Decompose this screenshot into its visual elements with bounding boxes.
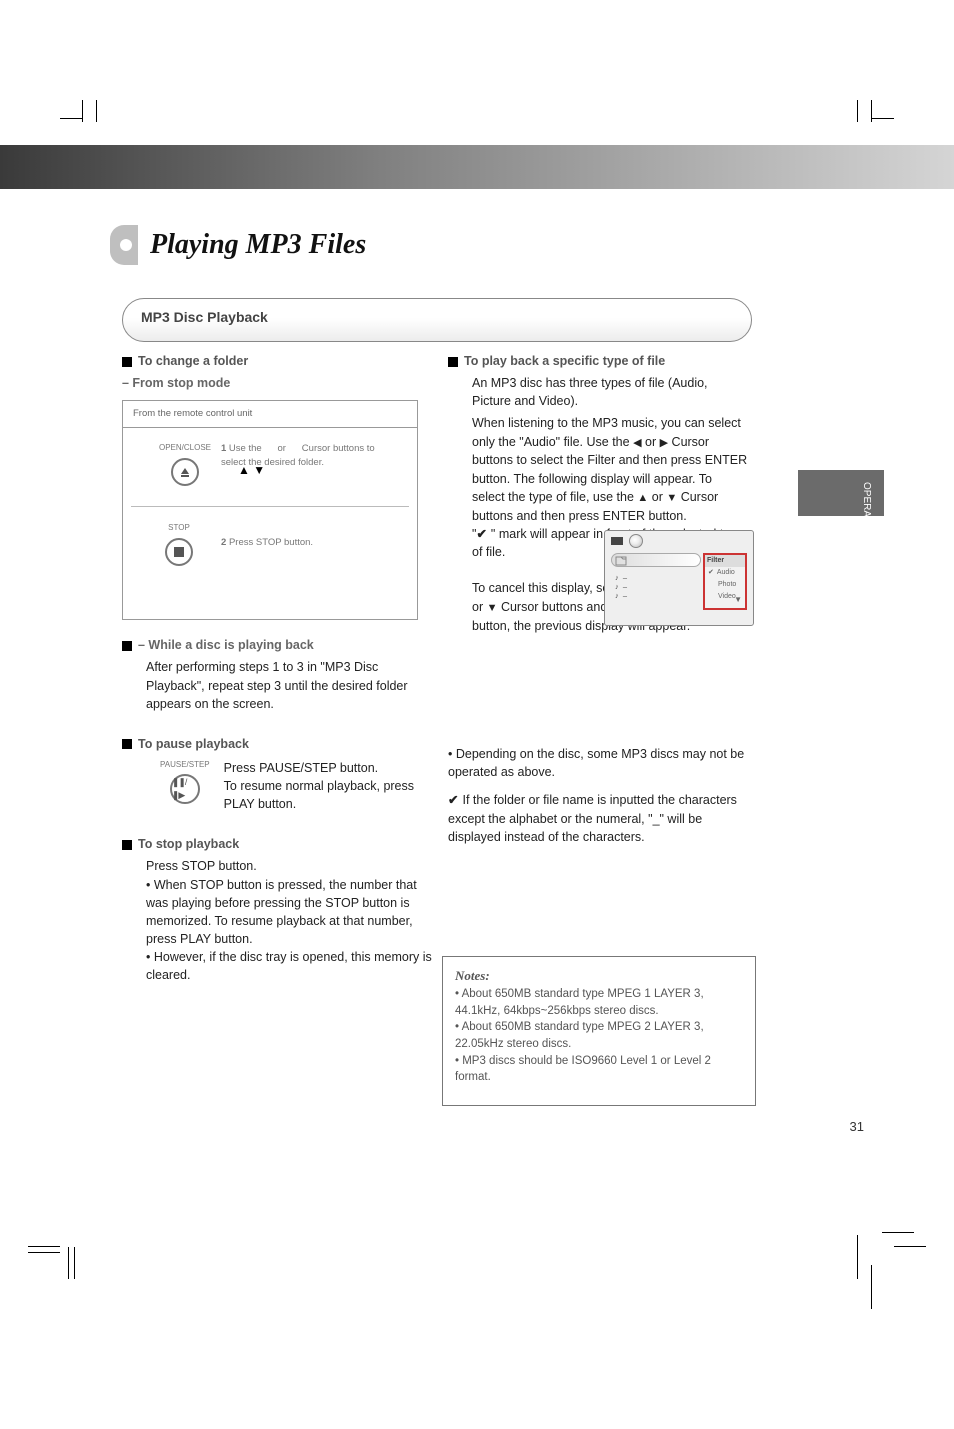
remote-instructions-card: From the remote control unit OPEN/CLOSE … [122, 400, 418, 620]
pause-body-text: Press PAUSE/STEP button. To resume norma… [224, 759, 432, 813]
crop-mark [60, 118, 82, 119]
square-bullet-icon [448, 357, 458, 367]
square-bullet-icon [122, 739, 132, 749]
filter-header: Filter [705, 555, 745, 567]
remote-row1-text: 1 Use the or Cursor buttons to select th… [221, 442, 401, 470]
crop-mark [871, 100, 872, 122]
heading-change-folder: To change a folder [138, 354, 248, 368]
title-bullet-icon [110, 225, 138, 265]
subhead-stop-mode: – From stop mode [122, 374, 432, 392]
filter-option-audio: ✔Audio [705, 567, 745, 579]
scroll-bar-icon [611, 553, 701, 567]
left-column: To change a folder – From stop mode From… [122, 352, 432, 984]
square-bullet-icon [122, 357, 132, 367]
divider [131, 506, 409, 507]
step-number-2: 2 [221, 537, 226, 548]
pause-row: PAUSE/STEP ❚❚/❚▶ Press PAUSE/STEP button… [122, 759, 432, 813]
while-playing-body: After performing steps 1 to 3 in "MP3 Di… [146, 658, 432, 712]
chevron-down-icon: ▼ [734, 594, 742, 606]
crop-mark [871, 1265, 872, 1309]
stop-label: STOP [168, 522, 190, 534]
up-down-arrows-icon: ▼ [487, 602, 498, 614]
stop-icon [165, 538, 193, 566]
notes-box: Notes: • About 650MB standard type MPEG … [442, 956, 756, 1106]
up-down-arrows-icon: ▲ [637, 492, 648, 504]
disc-icon [629, 534, 643, 548]
heading-pause-playback: To pause playback [138, 737, 249, 751]
pill-subheader: MP3 Disc Playback [122, 298, 752, 342]
remote-card-header: From the remote control unit [123, 401, 417, 428]
stop-body-text: Press STOP button. • When STOP button is… [146, 857, 432, 984]
crop-mark [28, 1252, 60, 1253]
pill-subheader-text: MP3 Disc Playback [141, 309, 268, 325]
square-bullet-icon [122, 641, 132, 651]
pause-step-label: PAUSE/STEP [160, 759, 210, 771]
mp3-browser-illustration: ♪ –♪ –♪ – Filter ✔Audio Photo Video ▼ [604, 530, 754, 626]
note-line-1: • About 650MB standard type MPEG 1 LAYER… [455, 988, 704, 1017]
crop-mark [894, 1246, 926, 1247]
music-note-list-icon: ♪ –♪ –♪ – [615, 573, 628, 600]
crop-mark [68, 1247, 69, 1279]
square-bullet-icon [122, 840, 132, 850]
open-close-label: OPEN/CLOSE [159, 442, 211, 454]
side-tab-operation: OPERATION [798, 470, 884, 516]
heading-stop-playback: To stop playback [138, 837, 239, 851]
checkmark-icon: ✔ [448, 791, 458, 809]
step-number-1: 1 [221, 443, 226, 454]
remote-button-stop: STOP [165, 522, 193, 566]
side-tab-label: OPERATION [861, 482, 872, 528]
manual-page: Playing MP3 Files MP3 Disc Playback OPER… [0, 0, 954, 1429]
list-item: • Depending on the disc, some MP3 discs … [448, 745, 748, 781]
crop-mark [882, 1232, 914, 1233]
filter-option-photo: Photo [705, 579, 745, 591]
pause-step-icon: ❚❚/❚▶ [170, 774, 200, 804]
crop-mark [857, 100, 858, 122]
remote-button-open-close: OPEN/CLOSE [159, 442, 211, 486]
crop-mark [28, 1246, 60, 1247]
page-title: Playing MP3 Files [150, 229, 366, 261]
note-line-2: • About 650MB standard type MPEG 2 LAYER… [455, 1021, 704, 1050]
note-line-3: • MP3 discs should be ISO9660 Level 1 or… [455, 1055, 711, 1084]
left-right-arrows-icon: ◀ [633, 437, 641, 449]
remote-row2-text: 2 Press STOP button. [221, 536, 313, 550]
crop-mark [96, 100, 97, 122]
right-column: To play back a specific type of file An … [448, 352, 748, 846]
heading-specific-file: To play back a specific type of file [464, 354, 665, 368]
crop-mark [857, 1235, 858, 1279]
notes-title: Notes: [455, 968, 490, 983]
page-number: 31 [850, 1119, 864, 1134]
info-list: • Depending on the disc, some MP3 discs … [448, 745, 748, 846]
filter-dropdown: Filter ✔Audio Photo Video ▼ [703, 553, 747, 610]
left-right-arrows-icon: ▶ [660, 437, 668, 449]
indicator-icon [611, 537, 623, 545]
up-down-arrows-icon: ▼ [666, 492, 677, 504]
section-title: Playing MP3 Files [110, 225, 366, 265]
crop-mark [872, 118, 894, 119]
list-item: ✔If the folder or file name is inputted … [448, 791, 748, 845]
subhead-while-playing: – While a disc is playing back [138, 638, 314, 652]
remote-button-pause: PAUSE/STEP ❚❚/❚▶ [160, 759, 210, 805]
crop-mark [82, 100, 83, 122]
remote-card-body: OPEN/CLOSE ▲ ▼ 1 Use the or Cursor butto… [123, 428, 417, 608]
checkmark-icon: ✔ [708, 568, 714, 578]
header-gradient-band [0, 145, 954, 189]
crop-mark [74, 1247, 75, 1279]
eject-icon [171, 458, 199, 486]
p1-text: An MP3 disc has three types of file (Aud… [472, 374, 748, 410]
checkmark-icon: ✔ [476, 525, 486, 543]
